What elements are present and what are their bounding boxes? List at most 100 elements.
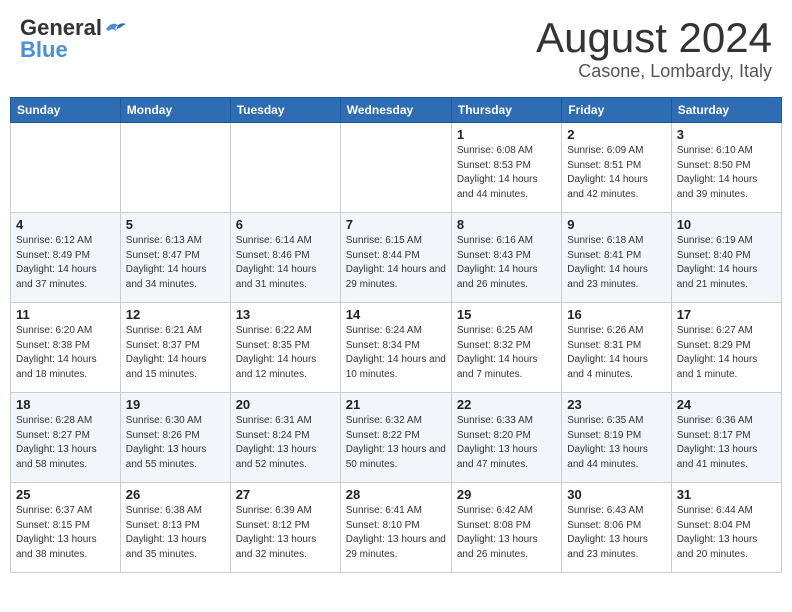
day-number: 8: [457, 217, 556, 232]
calendar-cell: [340, 123, 451, 213]
calendar-cell: 31Sunrise: 6:44 AM Sunset: 8:04 PM Dayli…: [671, 483, 781, 573]
calendar-cell: 26 Sunrise: 6:38 AM Sunset: 8:13 PM Dayli…: [120, 483, 230, 573]
calendar-cell: 5 Sunrise: 6:13 AM Sunset: 8:47 PM Daylig…: [120, 213, 230, 303]
calendar-week-3: 11Sunrise: 6:20 AM Sunset: 8:38 PM Dayli…: [11, 303, 782, 393]
day-info: Sunrise: 6:36 AM Sunset: 8:17 PM Dayligh…: [677, 414, 776, 472]
calendar-cell: 30Sunrise: 6:43 AM Sunset: 8:06 PM Dayli…: [562, 483, 671, 573]
day-number: 5: [126, 217, 225, 232]
calendar-week-4: 18 Sunrise: 6:28 AM Sunset: 8:27 PM Dayli…: [11, 393, 782, 483]
page-header: General Blue August 2024 Casone, Lombard…: [10, 10, 782, 87]
calendar-cell: 28Sunrise: 6:41 AM Sunset: 8:10 PM Dayli…: [340, 483, 451, 573]
day-info: Sunrise: 6:33 AM Sunset: 8:20 PM Dayligh…: [457, 414, 556, 472]
col-header-saturday: Saturday: [671, 98, 781, 123]
day-info: Sunrise: 6:25 AM Sunset: 8:32 PM Dayligh…: [457, 324, 556, 382]
calendar-cell: [120, 123, 230, 213]
day-info: Sunrise: 6:19 AM Sunset: 8:40 PM Dayligh…: [677, 234, 776, 292]
day-info: Sunrise: 6:15 AM Sunset: 8:44 PM Dayligh…: [346, 234, 446, 292]
calendar-cell: 1 Sunrise: 6:08 AM Sunset: 8:53 PM Daylig…: [451, 123, 561, 213]
day-number: 4: [16, 217, 115, 232]
calendar-cell: 18 Sunrise: 6:28 AM Sunset: 8:27 PM Dayli…: [11, 393, 121, 483]
calendar-week-1: 1 Sunrise: 6:08 AM Sunset: 8:53 PM Daylig…: [11, 123, 782, 213]
day-info: Sunrise: 6:13 AM Sunset: 8:47 PM Dayligh…: [126, 234, 225, 292]
calendar-cell: 10 Sunrise: 6:19 AM Sunset: 8:40 PM Dayli…: [671, 213, 781, 303]
day-info: Sunrise: 6:28 AM Sunset: 8:27 PM Dayligh…: [16, 414, 115, 472]
day-number: 17: [677, 307, 776, 322]
col-header-monday: Monday: [120, 98, 230, 123]
day-info: Sunrise: 6:37 AM Sunset: 8:15 PM Dayligh…: [16, 504, 115, 562]
day-info: Sunrise: 6:20 AM Sunset: 8:38 PM Dayligh…: [16, 324, 115, 382]
calendar-cell: 11Sunrise: 6:20 AM Sunset: 8:38 PM Dayli…: [11, 303, 121, 393]
calendar-cell: [230, 123, 340, 213]
calendar-cell: 14Sunrise: 6:24 AM Sunset: 8:34 PM Dayli…: [340, 303, 451, 393]
day-info: Sunrise: 6:39 AM Sunset: 8:12 PM Dayligh…: [236, 504, 335, 562]
day-info: Sunrise: 6:38 AM Sunset: 8:13 PM Dayligh…: [126, 504, 225, 562]
day-info: Sunrise: 6:18 AM Sunset: 8:41 PM Dayligh…: [567, 234, 665, 292]
day-number: 6: [236, 217, 335, 232]
day-number: 15: [457, 307, 556, 322]
day-number: 27: [236, 487, 335, 502]
day-info: Sunrise: 6:12 AM Sunset: 8:49 PM Dayligh…: [16, 234, 115, 292]
calendar-cell: 15 Sunrise: 6:25 AM Sunset: 8:32 PM Dayli…: [451, 303, 561, 393]
day-info: Sunrise: 6:31 AM Sunset: 8:24 PM Dayligh…: [236, 414, 335, 472]
day-number: 20: [236, 397, 335, 412]
day-number: 26: [126, 487, 225, 502]
calendar-cell: 8 Sunrise: 6:16 AM Sunset: 8:43 PM Daylig…: [451, 213, 561, 303]
calendar-cell: 17 Sunrise: 6:27 AM Sunset: 8:29 PM Dayli…: [671, 303, 781, 393]
location: Casone, Lombardy, Italy: [536, 61, 772, 82]
calendar-cell: 2 Sunrise: 6:09 AM Sunset: 8:51 PM Daylig…: [562, 123, 671, 213]
day-number: 31: [677, 487, 776, 502]
day-number: 3: [677, 127, 776, 142]
day-info: Sunrise: 6:21 AM Sunset: 8:37 PM Dayligh…: [126, 324, 225, 382]
day-info: Sunrise: 6:27 AM Sunset: 8:29 PM Dayligh…: [677, 324, 776, 382]
day-info: Sunrise: 6:16 AM Sunset: 8:43 PM Dayligh…: [457, 234, 556, 292]
calendar-cell: 16 Sunrise: 6:26 AM Sunset: 8:31 PM Dayli…: [562, 303, 671, 393]
day-number: 12: [126, 307, 225, 322]
day-number: 10: [677, 217, 776, 232]
calendar-header-row: SundayMondayTuesdayWednesdayThursdayFrid…: [11, 98, 782, 123]
day-number: 30: [567, 487, 665, 502]
calendar-cell: 7 Sunrise: 6:15 AM Sunset: 8:44 PM Daylig…: [340, 213, 451, 303]
calendar-cell: 29Sunrise: 6:42 AM Sunset: 8:08 PM Dayli…: [451, 483, 561, 573]
day-info: Sunrise: 6:26 AM Sunset: 8:31 PM Dayligh…: [567, 324, 665, 382]
col-header-wednesday: Wednesday: [340, 98, 451, 123]
logo: General Blue: [20, 15, 126, 63]
col-header-friday: Friday: [562, 98, 671, 123]
calendar-cell: 19 Sunrise: 6:30 AM Sunset: 8:26 PM Dayli…: [120, 393, 230, 483]
day-number: 23: [567, 397, 665, 412]
calendar-cell: 9 Sunrise: 6:18 AM Sunset: 8:41 PM Daylig…: [562, 213, 671, 303]
calendar-cell: 12 Sunrise: 6:21 AM Sunset: 8:37 PM Dayli…: [120, 303, 230, 393]
day-info: Sunrise: 6:10 AM Sunset: 8:50 PM Dayligh…: [677, 144, 776, 202]
day-info: Sunrise: 6:30 AM Sunset: 8:26 PM Dayligh…: [126, 414, 225, 472]
title-block: August 2024 Casone, Lombardy, Italy: [536, 15, 772, 82]
day-info: Sunrise: 6:09 AM Sunset: 8:51 PM Dayligh…: [567, 144, 665, 202]
calendar-cell: [11, 123, 121, 213]
calendar-cell: 27 Sunrise: 6:39 AM Sunset: 8:12 PM Dayli…: [230, 483, 340, 573]
calendar-cell: 13Sunrise: 6:22 AM Sunset: 8:35 PM Dayli…: [230, 303, 340, 393]
day-number: 1: [457, 127, 556, 142]
day-number: 22: [457, 397, 556, 412]
day-number: 16: [567, 307, 665, 322]
day-number: 9: [567, 217, 665, 232]
calendar-cell: 23 Sunrise: 6:35 AM Sunset: 8:19 PM Dayli…: [562, 393, 671, 483]
day-info: Sunrise: 6:32 AM Sunset: 8:22 PM Dayligh…: [346, 414, 446, 472]
day-info: Sunrise: 6:35 AM Sunset: 8:19 PM Dayligh…: [567, 414, 665, 472]
calendar-cell: 3 Sunrise: 6:10 AM Sunset: 8:50 PM Daylig…: [671, 123, 781, 213]
month-title: August 2024: [536, 15, 772, 61]
day-number: 25: [16, 487, 115, 502]
day-info: Sunrise: 6:08 AM Sunset: 8:53 PM Dayligh…: [457, 144, 556, 202]
day-number: 24: [677, 397, 776, 412]
day-number: 19: [126, 397, 225, 412]
calendar-table: SundayMondayTuesdayWednesdayThursdayFrid…: [10, 97, 782, 573]
logo-bird-icon: [104, 19, 126, 37]
calendar-cell: 4 Sunrise: 6:12 AM Sunset: 8:49 PM Daylig…: [11, 213, 121, 303]
day-number: 2: [567, 127, 665, 142]
day-number: 18: [16, 397, 115, 412]
calendar-week-2: 4 Sunrise: 6:12 AM Sunset: 8:49 PM Daylig…: [11, 213, 782, 303]
day-info: Sunrise: 6:22 AM Sunset: 8:35 PM Dayligh…: [236, 324, 335, 382]
calendar-cell: 24 Sunrise: 6:36 AM Sunset: 8:17 PM Dayli…: [671, 393, 781, 483]
calendar-cell: 21Sunrise: 6:32 AM Sunset: 8:22 PM Dayli…: [340, 393, 451, 483]
day-number: 7: [346, 217, 446, 232]
day-info: Sunrise: 6:24 AM Sunset: 8:34 PM Dayligh…: [346, 324, 446, 382]
calendar-cell: 25 Sunrise: 6:37 AM Sunset: 8:15 PM Dayli…: [11, 483, 121, 573]
logo-blue: Blue: [20, 37, 68, 63]
